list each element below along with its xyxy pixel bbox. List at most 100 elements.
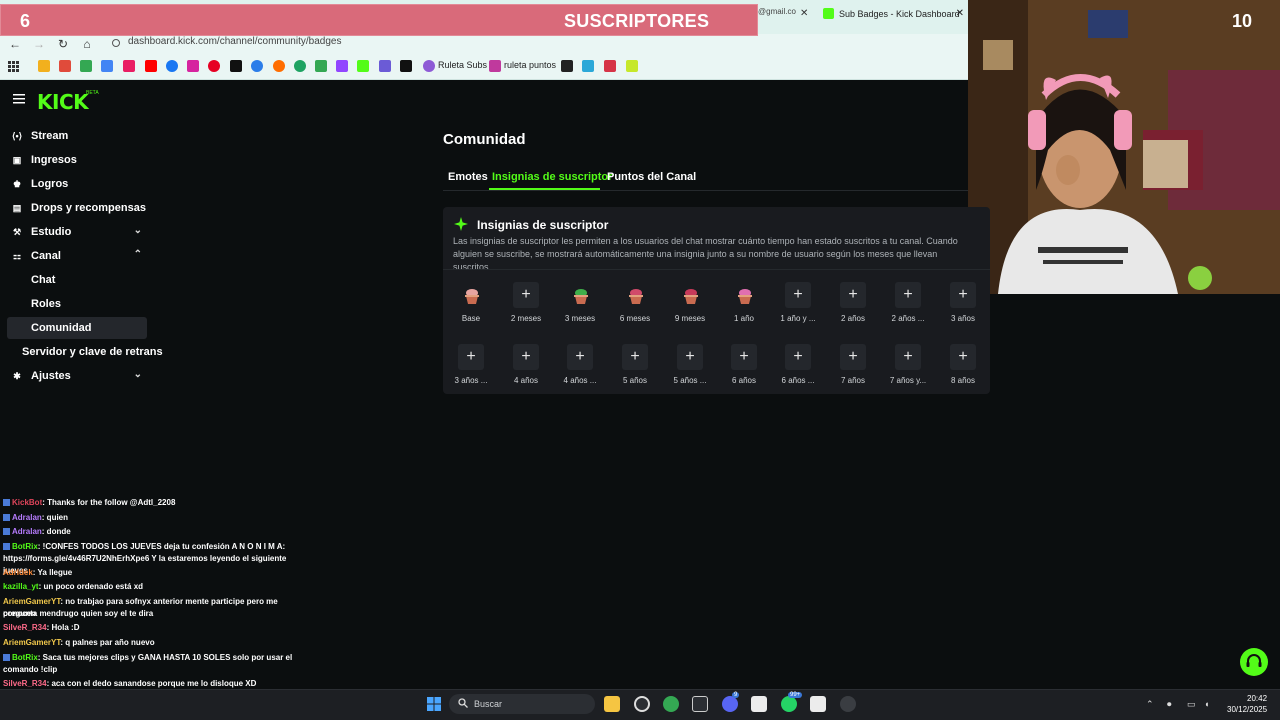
badge-slot[interactable]: +6 años ... xyxy=(772,344,822,388)
bookmark-icon[interactable] xyxy=(101,60,113,72)
bookmark-icon[interactable] xyxy=(294,60,306,72)
network-icon[interactable]: ▭ xyxy=(1187,699,1196,710)
site-info-icon[interactable] xyxy=(111,38,121,48)
tiktok-icon[interactable] xyxy=(230,60,242,72)
facebook-icon[interactable] xyxy=(166,60,178,72)
bookmark-icon[interactable] xyxy=(80,60,92,72)
close-icon[interactable]: ✕ xyxy=(800,8,808,19)
volume-icon[interactable]: ◖ xyxy=(1204,699,1209,709)
notion-icon[interactable] xyxy=(810,696,826,712)
instagram-icon[interactable] xyxy=(187,60,199,72)
chat-message: Adralan: donde xyxy=(3,526,303,538)
bookmark-icon[interactable] xyxy=(379,60,391,72)
chatgpt-icon[interactable] xyxy=(634,696,650,712)
microphone-icon[interactable]: ⏺ xyxy=(1167,699,1172,710)
bookmark-icon[interactable] xyxy=(123,60,135,72)
sidebar-item-drops[interactable]: ▤ Drops y recompensas xyxy=(12,199,147,219)
bookmark-ruleta-subs[interactable]: Ruleta Subs xyxy=(438,60,487,70)
tab-emotes[interactable]: Emotes xyxy=(448,171,488,183)
bookmark-icon[interactable] xyxy=(626,60,638,72)
chat-username: BotRix xyxy=(12,542,38,551)
kick-logo[interactable]: KICK xyxy=(37,90,89,114)
bookmark-ruleta-puntos[interactable]: ruleta puntos xyxy=(504,60,556,70)
back-icon[interactable]: ← xyxy=(7,36,23,52)
badge-slot[interactable]: +1 año y ... xyxy=(772,282,822,326)
badge-slot[interactable]: +2 meses xyxy=(500,282,550,326)
ruleta-puntos-icon[interactable] xyxy=(489,60,501,72)
clock-time[interactable]: 20:42 xyxy=(1247,694,1267,703)
bookmark-icon[interactable] xyxy=(604,60,616,72)
bookmark-icon[interactable] xyxy=(400,60,412,72)
badge-slot[interactable]: +2 años xyxy=(827,282,877,326)
ruleta-subs-icon[interactable] xyxy=(423,60,435,72)
tab-gmail[interactable]: @gmail.co xyxy=(758,7,818,16)
drive-icon[interactable] xyxy=(38,60,50,72)
badge-slot[interactable]: +7 años xyxy=(827,344,877,388)
chat-username: KickBot xyxy=(12,498,43,507)
apps-grid-icon[interactable] xyxy=(8,61,19,72)
bookmark-icon[interactable] xyxy=(273,60,285,72)
sidebar-item-estudio[interactable]: ⚒ Estudio ⌄ xyxy=(12,223,147,243)
bookmark-icon[interactable] xyxy=(251,60,263,72)
maps-icon[interactable] xyxy=(315,60,327,72)
badge-slot[interactable]: +8 años xyxy=(937,344,987,388)
bookmark-icon[interactable] xyxy=(582,60,594,72)
bookmark-icon[interactable] xyxy=(561,60,573,72)
sidebar-item-logros[interactable]: ♚ Logros xyxy=(12,175,147,195)
chat-text: : donde xyxy=(41,527,71,536)
chat-message: comando !clip xyxy=(3,664,303,676)
badge-label: 5 años ... xyxy=(673,376,707,385)
badge-slot[interactable]: +4 años xyxy=(500,344,550,388)
notion-icon[interactable] xyxy=(751,696,767,712)
active-tab-indicator xyxy=(489,188,600,190)
tab-puntos[interactable]: Puntos del Canal xyxy=(607,171,696,183)
close-icon[interactable]: ✕ xyxy=(956,8,964,19)
file-explorer-icon[interactable] xyxy=(604,696,620,712)
chat-username: AriemGamerYT xyxy=(3,597,61,606)
discord-icon[interactable] xyxy=(722,696,738,712)
gmail-icon[interactable] xyxy=(59,60,71,72)
tab-sub-badges[interactable]: Sub Badges - Kick Dashboard ✕ xyxy=(818,5,968,23)
badge-slot[interactable]: +6 años xyxy=(718,344,768,388)
badge-slot[interactable]: +5 años ... xyxy=(664,344,714,388)
chrome-icon[interactable] xyxy=(663,696,679,712)
badge-slot[interactable]: +2 años ... xyxy=(882,282,932,326)
sidebar-sub-chat[interactable]: Chat xyxy=(31,274,55,286)
badge-slot[interactable]: +5 años xyxy=(609,344,659,388)
clock-date[interactable]: 30/12/2025 xyxy=(1227,705,1267,714)
sidebar-item-canal[interactable]: ⚏ Canal ⌃ xyxy=(12,247,147,267)
capcut-icon[interactable] xyxy=(692,696,708,712)
hamburger-menu-icon[interactable] xyxy=(13,93,25,105)
reload-icon[interactable]: ↻ xyxy=(55,36,71,52)
badge-slot[interactable]: +3 años xyxy=(937,282,987,326)
chat-text: : q palnes par año nuevo xyxy=(60,638,155,647)
sidebar-item-ajustes[interactable]: ✱ Ajustes ⌄ xyxy=(12,367,147,387)
twitch-icon[interactable] xyxy=(336,60,348,72)
sidebar-sub-roles[interactable]: Roles xyxy=(31,298,61,310)
obs-icon[interactable] xyxy=(840,696,856,712)
sidebar-item-stream[interactable]: ⟨•⟩ Stream xyxy=(12,127,147,147)
kick-icon[interactable] xyxy=(357,60,369,72)
badge-slot[interactable]: +4 años ... xyxy=(554,344,604,388)
windows-start-icon[interactable] xyxy=(427,697,441,711)
badge-slot[interactable]: 9 meses xyxy=(664,282,714,326)
badge-slot[interactable]: +3 años ... xyxy=(445,344,495,388)
taskbar-search[interactable] xyxy=(449,694,595,714)
home-icon[interactable]: ⌂ xyxy=(79,36,95,52)
tab-insignias[interactable]: Insignias de suscriptor xyxy=(492,171,612,183)
badge-slot[interactable]: 3 meses xyxy=(554,282,604,326)
badge-slot[interactable]: +7 años y... xyxy=(882,344,932,388)
pinterest-icon[interactable] xyxy=(208,60,220,72)
url-text[interactable]: dashboard.kick.com/channel/community/bad… xyxy=(128,36,341,47)
support-button[interactable] xyxy=(1240,648,1268,676)
sidebar-item-ingresos[interactable]: ▣ Ingresos xyxy=(12,151,147,171)
sidebar-item-servidor[interactable]: Servidor y clave de retrans xyxy=(22,346,163,358)
whatsapp-icon[interactable] xyxy=(781,696,797,712)
badge-slot[interactable]: 1 año xyxy=(718,282,768,326)
sidebar-sub-comunidad[interactable]: Comunidad xyxy=(31,322,92,334)
forward-icon[interactable]: → xyxy=(31,36,47,52)
chevron-up-icon[interactable]: ⌃ xyxy=(1146,699,1154,710)
badge-slot[interactable]: Base xyxy=(445,282,495,326)
badge-slot[interactable]: 6 meses xyxy=(609,282,659,326)
youtube-icon[interactable] xyxy=(145,60,157,72)
